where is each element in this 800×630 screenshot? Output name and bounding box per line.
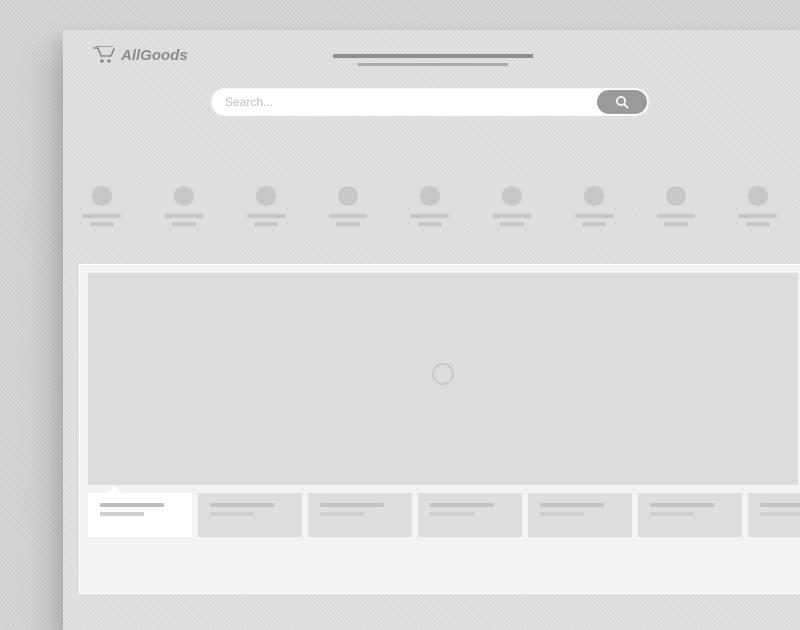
search-input[interactable] <box>211 95 597 109</box>
avatar-placeholder-icon <box>420 186 440 206</box>
category-card[interactable] <box>637 176 714 248</box>
category-card[interactable] <box>145 176 222 248</box>
hero-thumb[interactable] <box>748 493 800 537</box>
hero-thumb[interactable] <box>638 493 742 537</box>
category-card[interactable] <box>719 176 796 248</box>
category-strip <box>63 176 800 248</box>
loading-ring-icon <box>432 363 454 385</box>
avatar-placeholder-icon <box>256 186 276 206</box>
category-card[interactable] <box>309 176 386 248</box>
hero-thumb[interactable] <box>88 493 192 537</box>
avatar-placeholder-icon <box>502 186 522 206</box>
header: AllGoods <box>63 30 800 148</box>
category-card[interactable] <box>227 176 304 248</box>
hero-panel <box>79 264 800 594</box>
category-card[interactable] <box>555 176 632 248</box>
app-window: AllGoods <box>63 30 800 630</box>
avatar-placeholder-icon <box>666 186 686 206</box>
search-icon <box>615 95 629 109</box>
avatar-placeholder-icon <box>174 186 194 206</box>
cart-icon <box>93 46 115 64</box>
category-card[interactable] <box>391 176 468 248</box>
brand-logo[interactable]: AllGoods <box>93 46 188 64</box>
hero-image-placeholder <box>88 273 798 485</box>
avatar-placeholder-icon <box>584 186 604 206</box>
avatar-placeholder-icon <box>92 186 112 206</box>
tagline-placeholder <box>333 54 533 66</box>
category-card[interactable] <box>473 176 550 248</box>
hero-thumb[interactable] <box>528 493 632 537</box>
avatar-placeholder-icon <box>338 186 358 206</box>
hero-thumb[interactable] <box>308 493 412 537</box>
hero-thumb[interactable] <box>198 493 302 537</box>
brand-name: AllGoods <box>121 47 188 64</box>
avatar-placeholder-icon <box>748 186 768 206</box>
search-bar <box>211 88 649 116</box>
hero-thumb[interactable] <box>418 493 522 537</box>
search-button[interactable] <box>597 90 647 114</box>
hero-thumb-strip <box>88 493 798 537</box>
category-card[interactable] <box>63 176 140 248</box>
